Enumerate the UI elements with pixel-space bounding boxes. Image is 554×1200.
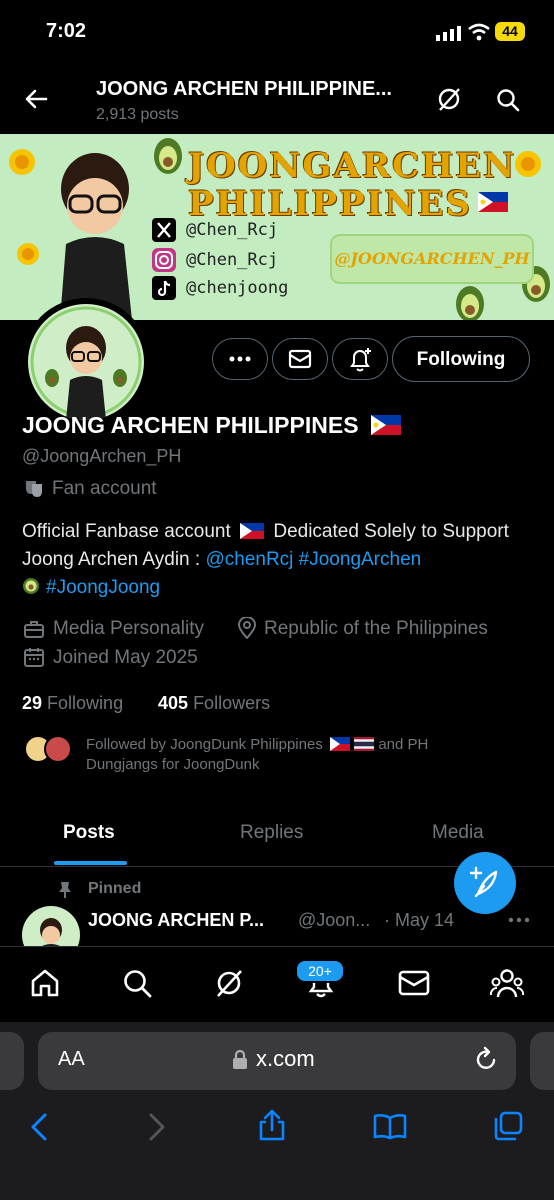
bookmarks-icon[interactable]	[372, 1112, 408, 1140]
notify-bell-button[interactable]	[332, 338, 388, 380]
notification-badge: 20+	[295, 959, 345, 983]
profile-bio: Official Fanbase account Dedicated Solel…	[22, 518, 542, 602]
lock-icon	[232, 1050, 248, 1070]
bio-mention-link[interactable]: @chenRcj	[205, 549, 293, 570]
philippine-flag-icon	[240, 523, 265, 539]
browser-forward-icon[interactable]	[146, 1112, 168, 1142]
location-pin-icon	[238, 617, 256, 639]
grok-nav-icon[interactable]	[214, 968, 244, 998]
messages-icon[interactable]	[398, 970, 430, 996]
banner-social-instagram: @Chen_Rcj	[186, 250, 279, 270]
back-arrow-icon[interactable]	[24, 88, 48, 110]
briefcase-icon	[24, 619, 44, 639]
calendar-icon	[24, 647, 44, 667]
profile-name-text: JOONG ARCHEN PHILIPPINES	[22, 412, 359, 438]
philippine-flag-icon	[329, 737, 350, 751]
followers-label: Followers	[193, 693, 271, 713]
post-more-icon[interactable]	[508, 915, 530, 925]
following-count: 29	[22, 693, 43, 713]
share-icon[interactable]	[256, 1108, 288, 1142]
philippine-flag-icon	[478, 192, 508, 212]
thailand-flag-icon	[354, 737, 375, 751]
browser-back-icon[interactable]	[28, 1112, 50, 1142]
banner-title-line1: JOONGARCHEN	[188, 146, 517, 186]
banner-social-x: @Chen_Rcj	[186, 220, 279, 240]
post-author-name[interactable]: JOONG ARCHEN P...	[88, 910, 264, 931]
post-author-handle: @Joon...	[298, 910, 371, 930]
next-tab-preview[interactable]	[530, 1032, 554, 1090]
following-label: Following	[47, 693, 124, 713]
battery-indicator: 44	[495, 22, 525, 41]
posts-count: 2,913 posts	[96, 106, 179, 123]
profile-joined: Joined May 2025	[53, 647, 198, 668]
reload-icon[interactable]	[474, 1046, 498, 1072]
pin-icon	[58, 881, 72, 899]
bio-hashtag-joongjoong[interactable]: #JoongJoong	[46, 577, 160, 598]
header-title: JOONG ARCHEN PHILIPPINE...	[96, 78, 392, 100]
signal-icon	[436, 25, 462, 41]
grok-icon[interactable]	[436, 86, 462, 112]
status-time: 7:02	[46, 20, 87, 42]
tab-replies[interactable]: Replies	[240, 822, 303, 844]
tab-media[interactable]: Media	[432, 822, 484, 844]
profile-category: Fan account	[52, 478, 157, 499]
theater-masks-icon	[24, 478, 44, 498]
profile-name: JOONG ARCHEN PHILIPPINES	[22, 412, 401, 439]
bottom-navigation	[0, 946, 554, 1023]
followed-by-avatars[interactable]	[24, 734, 76, 764]
followed-by-main: Followed by JoongDunk Philippines	[86, 736, 323, 753]
followers-count-link[interactable]: 405 Followers	[158, 693, 270, 714]
reader-aa-button[interactable]: AA	[58, 1048, 85, 1071]
instagram-icon	[152, 248, 176, 272]
profile-profession: Media Personality	[53, 618, 205, 639]
pinned-label: Pinned	[88, 880, 142, 897]
avocado-icon	[22, 577, 40, 595]
tiktok-icon	[152, 276, 176, 300]
following-button[interactable]: Following	[392, 336, 530, 382]
home-icon[interactable]	[30, 968, 60, 998]
more-options-button[interactable]	[212, 338, 268, 380]
tabs-icon[interactable]	[492, 1110, 524, 1142]
post-date: · May 14	[384, 910, 455, 930]
followers-count: 405	[158, 693, 189, 713]
following-count-link[interactable]: 29 Following	[22, 693, 123, 714]
search-icon[interactable]	[496, 88, 520, 112]
wifi-icon	[468, 23, 490, 41]
bio-text-1: Official Fanbase account	[22, 521, 231, 542]
banner-title-line2: PHILIPPINES	[188, 184, 472, 224]
url-text: x.com	[256, 1046, 315, 1071]
previous-tab-preview[interactable]	[0, 1032, 24, 1090]
profile-banner[interactable]: JOONGARCHEN PHILIPPINES @Chen_Rcj @Chen_…	[0, 134, 554, 320]
profile-handle: @JoongArchen_PH	[22, 446, 182, 466]
philippine-flag-icon	[370, 415, 401, 435]
banner-social-tiktok: @chenjoong	[186, 278, 289, 298]
x-logo-icon	[152, 218, 176, 242]
tab-posts[interactable]: Posts	[63, 822, 115, 844]
active-tab-indicator	[54, 861, 127, 865]
banner-handle-box: @JOONGARCHEN_PH	[330, 234, 534, 284]
bio-hashtag-joongarchen[interactable]: #JoongArchen	[299, 549, 422, 570]
message-button[interactable]	[272, 338, 328, 380]
followed-by-text: Followed by JoongDunk Philippines and PH…	[86, 735, 486, 775]
search-nav-icon[interactable]	[122, 968, 152, 998]
compose-post-button[interactable]	[454, 852, 516, 914]
profile-location: Republic of the Philippines	[264, 618, 488, 639]
avatar-image	[28, 304, 144, 420]
communities-icon[interactable]	[490, 967, 524, 999]
